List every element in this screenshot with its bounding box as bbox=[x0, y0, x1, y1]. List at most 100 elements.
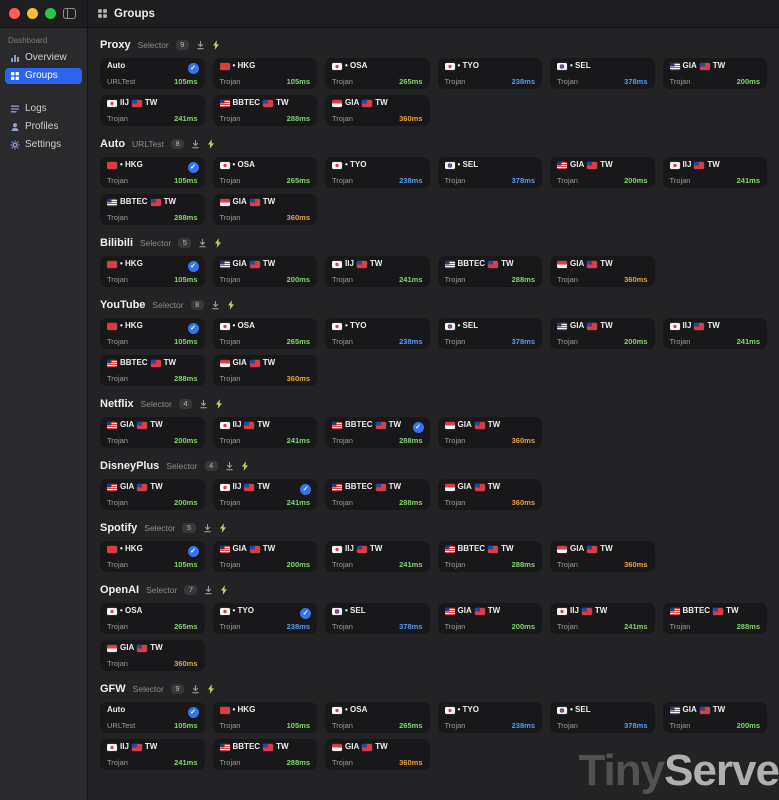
proxy-card[interactable]: IIJTW Trojan 241ms bbox=[213, 417, 318, 448]
proxy-card[interactable]: • TYO Trojan 238ms ✓ bbox=[213, 603, 318, 634]
proxy-card[interactable]: • SEL Trojan 378ms bbox=[438, 157, 543, 188]
proxy-card[interactable]: • OSA Trojan 265ms bbox=[325, 58, 430, 89]
latency-test-icon[interactable] bbox=[214, 238, 222, 248]
sidebar-item-settings[interactable]: Settings bbox=[5, 137, 82, 153]
proxy-name-text: • OSA bbox=[345, 706, 367, 715]
latency-test-icon[interactable] bbox=[212, 40, 220, 50]
download-test-icon[interactable] bbox=[196, 40, 205, 50]
latency-test-icon[interactable] bbox=[241, 461, 249, 471]
proxy-card[interactable]: • OSA Trojan 265ms bbox=[325, 702, 430, 733]
download-test-icon[interactable] bbox=[204, 585, 213, 595]
proxy-card[interactable]: BBTECTW Trojan 288ms bbox=[438, 541, 543, 572]
proxy-card[interactable]: IIJTW Trojan 241ms bbox=[663, 157, 768, 188]
proxy-card[interactable]: GIATW Trojan 360ms bbox=[438, 479, 543, 510]
latency-test-icon[interactable] bbox=[215, 399, 223, 409]
proxy-card[interactable]: BBTECTW Trojan 288ms bbox=[325, 479, 430, 510]
proxy-card[interactable]: • TYO Trojan 238ms bbox=[438, 702, 543, 733]
download-test-icon[interactable] bbox=[198, 238, 207, 248]
latency-test-icon[interactable] bbox=[207, 684, 215, 694]
proxy-card[interactable]: GIATW Trojan 360ms bbox=[213, 355, 318, 386]
proxy-card[interactable]: • OSA Trojan 265ms bbox=[213, 157, 318, 188]
latency-test-icon[interactable] bbox=[219, 523, 227, 533]
download-test-icon[interactable] bbox=[191, 139, 200, 149]
flag-tw-icon bbox=[700, 63, 710, 70]
proxy-card[interactable]: IIJTW Trojan 241ms bbox=[100, 95, 205, 126]
proxy-card[interactable]: • HKG Trojan 105ms ✓ bbox=[100, 541, 205, 572]
flag-kr-icon bbox=[557, 707, 567, 714]
proxy-card[interactable]: • SEL Trojan 378ms bbox=[325, 603, 430, 634]
proxy-card[interactable]: GIATW Trojan 200ms bbox=[550, 157, 655, 188]
proxy-card[interactable]: IIJTW Trojan 241ms bbox=[325, 256, 430, 287]
proxy-latency: 241ms bbox=[399, 561, 422, 569]
proxy-card[interactable]: BBTECTW Trojan 288ms bbox=[663, 603, 768, 634]
proxy-card[interactable]: IIJTW Trojan 241ms bbox=[100, 739, 205, 770]
proxy-card[interactable]: BBTECTW Trojan 288ms bbox=[213, 739, 318, 770]
proxy-card[interactable]: GIATW Trojan 360ms bbox=[438, 417, 543, 448]
download-test-icon[interactable] bbox=[191, 684, 200, 694]
proxy-card[interactable]: • TYO Trojan 238ms bbox=[438, 58, 543, 89]
proxy-card-bottom: Trojan 288ms bbox=[332, 499, 423, 507]
sidebar-section-label: Dashboard bbox=[0, 28, 87, 49]
proxy-card[interactable]: GIATW Trojan 200ms bbox=[213, 541, 318, 572]
flag-sg-icon bbox=[332, 744, 342, 751]
group-name: Spotify bbox=[100, 522, 137, 534]
proxy-card[interactable]: GIATW Trojan 360ms bbox=[550, 541, 655, 572]
sidebar-toggle-icon[interactable] bbox=[63, 8, 76, 19]
proxy-card[interactable]: GIATW Trojan 200ms bbox=[663, 58, 768, 89]
flag-jp-icon bbox=[332, 162, 342, 169]
proxy-name-text: GIA bbox=[570, 260, 584, 269]
sidebar-item-profiles[interactable]: Profiles bbox=[5, 119, 82, 135]
proxy-card[interactable]: • HKG Trojan 105ms ✓ bbox=[100, 318, 205, 349]
download-test-icon[interactable] bbox=[203, 523, 212, 533]
download-test-icon[interactable] bbox=[211, 300, 220, 310]
proxy-card[interactable]: GIATW Trojan 200ms bbox=[550, 318, 655, 349]
proxy-card[interactable]: • SEL Trojan 378ms bbox=[550, 702, 655, 733]
proxy-card[interactable]: • SEL Trojan 378ms bbox=[438, 318, 543, 349]
download-test-icon[interactable] bbox=[225, 461, 234, 471]
proxy-card[interactable]: GIATW Trojan 360ms bbox=[550, 256, 655, 287]
proxy-protocol: Trojan bbox=[332, 759, 353, 767]
proxy-card[interactable]: GIATW Trojan 200ms bbox=[100, 479, 205, 510]
download-test-icon[interactable] bbox=[199, 399, 208, 409]
proxy-card[interactable]: Auto URLTest 105ms ✓ bbox=[100, 58, 205, 89]
sidebar-item-overview[interactable]: Overview bbox=[5, 50, 82, 66]
proxy-card[interactable]: • SEL Trojan 378ms bbox=[550, 58, 655, 89]
proxy-card[interactable]: GIATW Trojan 200ms bbox=[100, 417, 205, 448]
proxy-card[interactable]: BBTECTW Trojan 288ms bbox=[100, 355, 205, 386]
proxy-card-bottom: Trojan 360ms bbox=[557, 561, 648, 569]
sidebar-item-logs[interactable]: Logs bbox=[5, 101, 82, 117]
proxy-card[interactable]: GIATW Trojan 200ms bbox=[213, 256, 318, 287]
group-type: Selector bbox=[166, 461, 197, 471]
proxy-card[interactable]: IIJTW Trojan 241ms bbox=[663, 318, 768, 349]
proxy-card[interactable]: • TYO Trojan 238ms bbox=[325, 318, 430, 349]
zoom-button[interactable] bbox=[45, 8, 56, 19]
sidebar-item-groups[interactable]: Groups bbox=[5, 68, 82, 84]
proxy-card[interactable]: GIATW Trojan 200ms bbox=[663, 702, 768, 733]
close-button[interactable] bbox=[9, 8, 20, 19]
latency-test-icon[interactable] bbox=[207, 139, 215, 149]
proxy-card[interactable]: Auto URLTest 105ms ✓ bbox=[100, 702, 205, 733]
proxy-card[interactable]: IIJTW Trojan 241ms ✓ bbox=[213, 479, 318, 510]
proxy-card[interactable]: BBTECTW Trojan 288ms bbox=[100, 194, 205, 225]
latency-test-icon[interactable] bbox=[227, 300, 235, 310]
proxy-card[interactable]: BBTECTW Trojan 288ms bbox=[438, 256, 543, 287]
proxy-card[interactable]: BBTECTW Trojan 288ms ✓ bbox=[325, 417, 430, 448]
proxy-card[interactable]: • OSA Trojan 265ms bbox=[213, 318, 318, 349]
minimize-button[interactable] bbox=[27, 8, 38, 19]
proxy-card[interactable]: BBTECTW Trojan 288ms bbox=[213, 95, 318, 126]
proxy-card[interactable]: IIJTW Trojan 241ms bbox=[550, 603, 655, 634]
proxy-card[interactable]: GIATW Trojan 360ms bbox=[100, 640, 205, 671]
proxy-card[interactable]: GIATW Trojan 360ms bbox=[325, 95, 430, 126]
proxy-card[interactable]: • TYO Trojan 238ms bbox=[325, 157, 430, 188]
proxy-card[interactable]: IIJTW Trojan 241ms bbox=[325, 541, 430, 572]
latency-test-icon[interactable] bbox=[220, 585, 228, 595]
proxy-card-bottom: Trojan 265ms bbox=[332, 78, 423, 86]
proxy-card[interactable]: • HKG Trojan 105ms bbox=[213, 58, 318, 89]
proxy-card[interactable]: GIATW Trojan 360ms bbox=[213, 194, 318, 225]
proxy-card[interactable]: • HKG Trojan 105ms ✓ bbox=[100, 256, 205, 287]
proxy-card[interactable]: • OSA Trojan 265ms bbox=[100, 603, 205, 634]
proxy-card[interactable]: • HKG Trojan 105ms ✓ bbox=[100, 157, 205, 188]
proxy-card[interactable]: GIATW Trojan 200ms bbox=[438, 603, 543, 634]
proxy-card[interactable]: GIATW Trojan 360ms bbox=[325, 739, 430, 770]
proxy-card[interactable]: • HKG Trojan 105ms bbox=[213, 702, 318, 733]
